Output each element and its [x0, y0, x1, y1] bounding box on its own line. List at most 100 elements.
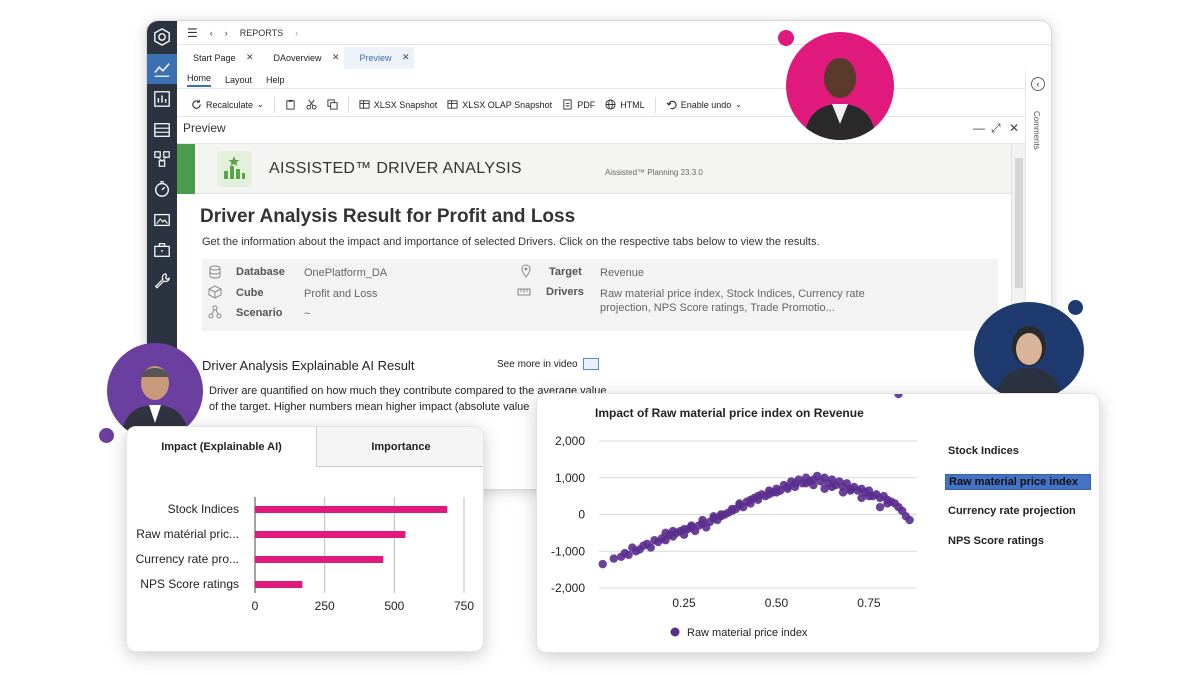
globe-icon	[605, 99, 616, 110]
target-value: Revenue	[600, 267, 645, 279]
chevron-right-icon: ›	[295, 27, 299, 38]
data-point	[624, 550, 633, 560]
menu-help[interactable]: Help	[266, 75, 285, 85]
menu-home[interactable]: Home	[187, 73, 212, 87]
data-point	[716, 510, 726, 519]
wrench-icon[interactable]	[152, 271, 172, 291]
decorative-dot	[1068, 300, 1083, 315]
location-pin-icon	[521, 264, 531, 278]
ribbon-menu: Home Layout Help	[177, 71, 1051, 89]
x-tick-label: 500	[384, 599, 404, 613]
impact-chart-card: Impact (Explainable AI) Importance 0 250 5…	[126, 426, 484, 652]
legend-item[interactable]: NPS Score ratings	[945, 534, 1047, 548]
refresh-icon	[192, 99, 201, 109]
enable-undo-button[interactable]: Enable undo ⌄	[666, 99, 742, 110]
close-icon[interactable]: ✕	[246, 52, 254, 63]
impact-scatter-chart: Impact of Raw material price index on Re…	[551, 394, 917, 639]
data-point	[764, 490, 774, 499]
chevron-left-icon[interactable]: ‹	[210, 28, 213, 38]
legend-item[interactable]: Stock Indices	[945, 444, 1022, 458]
see-more-video-link[interactable]: See more in video	[497, 359, 578, 370]
data-point	[883, 499, 892, 508]
database-value: OnePlatform_DA	[304, 267, 388, 279]
tab-label: Start Page	[193, 53, 236, 63]
expand-icon[interactable]: ⤢	[991, 121, 1001, 136]
chevron-down-icon[interactable]: ⌄	[735, 100, 742, 109]
tab-daoverview[interactable]: DAoverview ✕	[258, 47, 344, 69]
report-banner: AISSISTED™ DRIVER ANALYSIS Aissisted™ Pl…	[177, 144, 1011, 194]
tab-preview[interactable]: Preview ✕	[343, 47, 414, 69]
data-point	[679, 525, 689, 534]
paste-button[interactable]	[285, 99, 296, 110]
minimize-icon[interactable]: —	[973, 121, 985, 135]
category-label: Currency rate pro...	[136, 552, 239, 566]
series-legend-label: Raw material price index	[687, 627, 808, 639]
pdf-icon	[563, 99, 572, 110]
chevron-down-icon[interactable]: ⌄	[257, 100, 264, 109]
data-point	[820, 484, 829, 493]
tab-start-page[interactable]: Start Page ✕	[177, 47, 258, 69]
timer-icon[interactable]	[152, 179, 172, 199]
data-point	[827, 482, 837, 492]
database-label: Database	[236, 266, 285, 278]
copy-button[interactable]	[327, 99, 338, 110]
divider	[273, 96, 275, 113]
x-tick-label: 0.75	[857, 596, 881, 610]
chevron-right-icon[interactable]: ›	[225, 28, 228, 38]
hexagon-logo-icon[interactable]	[152, 27, 172, 47]
spreadsheet-icon	[359, 100, 370, 109]
scrollbar-thumb[interactable]	[1015, 158, 1023, 288]
person-avatar	[107, 343, 203, 439]
xlsx-olap-snapshot-button[interactable]: XLSX OLAP Snapshot	[447, 99, 552, 110]
cube-value: Profit and Loss	[304, 288, 378, 300]
menu-layout[interactable]: Layout	[225, 75, 252, 85]
page-title: Driver Analysis Result for Profit and Lo…	[200, 206, 576, 227]
section-title: Driver Analysis Explainable AI Result	[202, 358, 415, 373]
xlsx-snapshot-label: XLSX Snapshot	[373, 99, 438, 110]
driver-analysis-logo-icon	[217, 151, 251, 187]
tab-importance[interactable]: Importance	[317, 427, 483, 467]
briefcase-icon[interactable]	[152, 240, 172, 260]
bar	[255, 556, 384, 563]
data-point	[609, 554, 618, 563]
decorative-dot	[778, 30, 794, 46]
data-point	[894, 394, 903, 399]
divider	[654, 96, 656, 113]
legend-item[interactable]: Raw material price index	[945, 474, 1091, 490]
recalculate-button[interactable]: Recalculate ⌄	[191, 99, 264, 110]
gallery-icon[interactable]	[152, 210, 172, 230]
xlsx-snapshot-button[interactable]: XLSX Snapshot	[359, 99, 438, 110]
x-tick-label: 0.25	[672, 596, 696, 610]
panel-title: Preview	[183, 121, 226, 135]
pdf-button[interactable]: PDF	[562, 99, 595, 110]
comments-label: Comments	[1032, 111, 1041, 150]
impact-bar-chart: 0 250 500 750 Stock Indices Raw matérial pric…	[136, 497, 474, 613]
spreadsheet-icon	[447, 100, 458, 109]
decorative-dot	[99, 428, 114, 443]
report-chart-icon[interactable]	[152, 89, 172, 109]
data-point	[801, 479, 811, 488]
person-avatar	[974, 302, 1084, 400]
breadcrumb[interactable]: REPORTS	[240, 28, 283, 38]
hamburger-icon[interactable]: ☰	[187, 26, 198, 40]
data-point	[598, 559, 607, 569]
chevron-left-icon[interactable]: ‹	[1031, 77, 1045, 91]
close-icon[interactable]: ✕	[402, 52, 410, 63]
table-icon[interactable]	[152, 120, 172, 140]
model-icon[interactable]	[152, 149, 172, 169]
cut-button[interactable]	[306, 99, 317, 110]
scenario-icon	[208, 305, 222, 319]
data-point	[783, 484, 792, 493]
legend-item[interactable]: Currency rate projection	[945, 504, 1079, 518]
html-button[interactable]: HTML	[605, 99, 645, 110]
data-point	[864, 491, 874, 501]
analytics-icon[interactable]	[147, 54, 177, 84]
tab-impact[interactable]: Impact (Explainable AI)	[127, 427, 317, 467]
drivers-value-line-1: Raw material price index, Stock Indices,…	[600, 288, 865, 300]
video-icon[interactable]	[583, 358, 599, 370]
close-icon[interactable]: ✕	[332, 52, 340, 63]
data-point	[905, 515, 914, 525]
pdf-label: PDF	[577, 99, 596, 110]
close-icon[interactable]: ✕	[1009, 121, 1019, 135]
cube-icon	[208, 285, 222, 299]
